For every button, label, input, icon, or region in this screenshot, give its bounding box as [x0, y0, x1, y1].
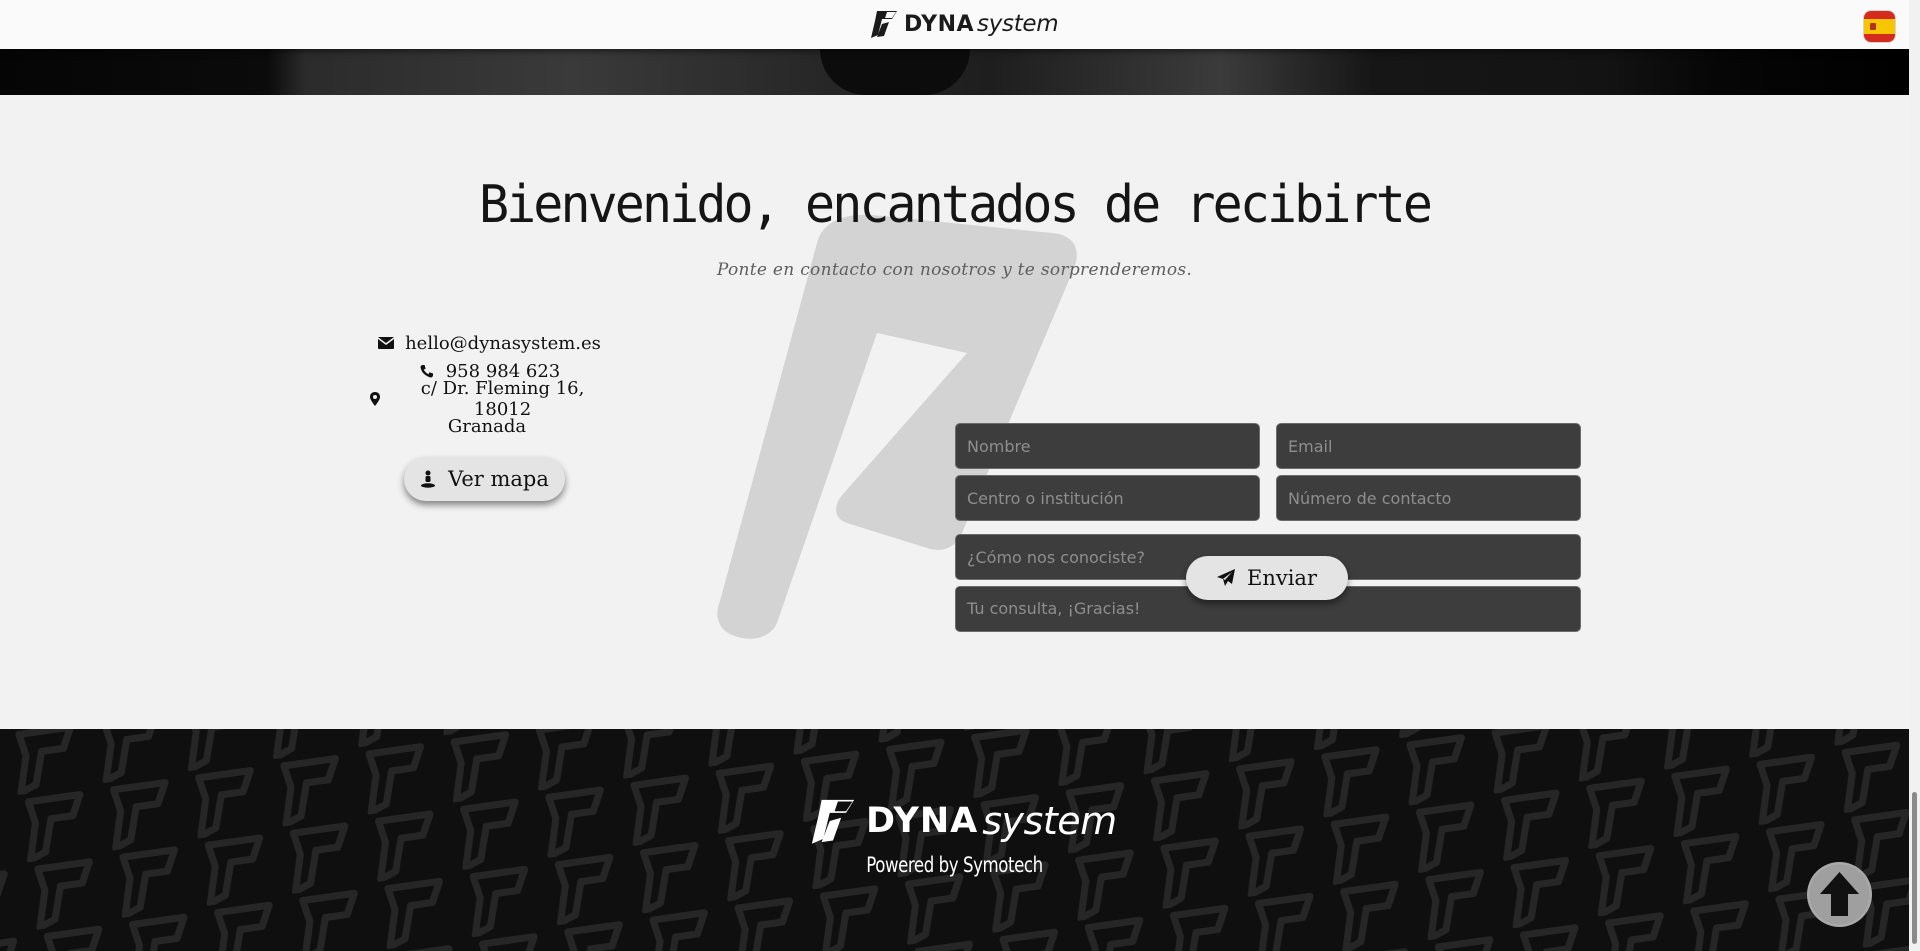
page-scrollbar[interactable] [1909, 0, 1920, 951]
hero-image-strip [0, 49, 1909, 95]
phone-icon [414, 364, 440, 378]
email-input[interactable] [1276, 423, 1581, 469]
envelope-icon [373, 337, 399, 349]
contact-number-input[interactable] [1276, 475, 1581, 521]
footer-brand-bold: DYNA [866, 801, 979, 841]
send-button[interactable]: Enviar [1186, 556, 1348, 600]
email-line: hello@dynasystem.es [362, 329, 612, 357]
contact-section: Bienvenido, encantados de recibirte Pont… [0, 95, 1909, 729]
page-subtitle: Ponte en contacto con nosotros y te sorp… [716, 260, 1193, 280]
footer-brand-logo[interactable]: DYNA system [806, 795, 1117, 847]
spain-flag-icon[interactable] [1864, 11, 1895, 42]
powered-by-text[interactable]: Powered by Symotech [115, 853, 1795, 877]
brand-logo[interactable]: DYNA system [868, 8, 1059, 40]
scroll-to-top-button[interactable] [1807, 862, 1872, 927]
street-view-icon [421, 470, 436, 488]
view-map-label: Ver mapa [448, 467, 549, 491]
footer-brand-light: system [982, 799, 1117, 843]
institution-input[interactable] [955, 475, 1260, 521]
send-label: Enviar [1247, 566, 1317, 590]
paper-plane-icon [1217, 569, 1235, 586]
map-marker-icon [362, 392, 387, 406]
brand-name-light: system [977, 11, 1059, 37]
view-map-button[interactable]: Ver mapa [404, 457, 565, 501]
email-text[interactable]: hello@dynasystem.es [405, 333, 601, 354]
address-line: c/ Dr. Fleming 16, 18012 [362, 378, 612, 420]
arrow-up-icon [1809, 864, 1870, 925]
contact-info: hello@dynasystem.es 958 984 623 c/ Dr. F… [362, 329, 612, 441]
footer: DYNA system Powered by Symotech [0, 729, 1909, 951]
footer-dyna-logo-icon [811, 799, 855, 844]
dyna-logo-icon [871, 11, 897, 38]
brand-name-bold: DYNA [904, 11, 975, 37]
scrollbar-thumb[interactable] [1912, 792, 1917, 944]
top-navbar: DYNA system [0, 0, 1909, 49]
page-title: Bienvenido, encantados de recibirte [478, 175, 1433, 235]
name-input[interactable] [955, 423, 1260, 469]
